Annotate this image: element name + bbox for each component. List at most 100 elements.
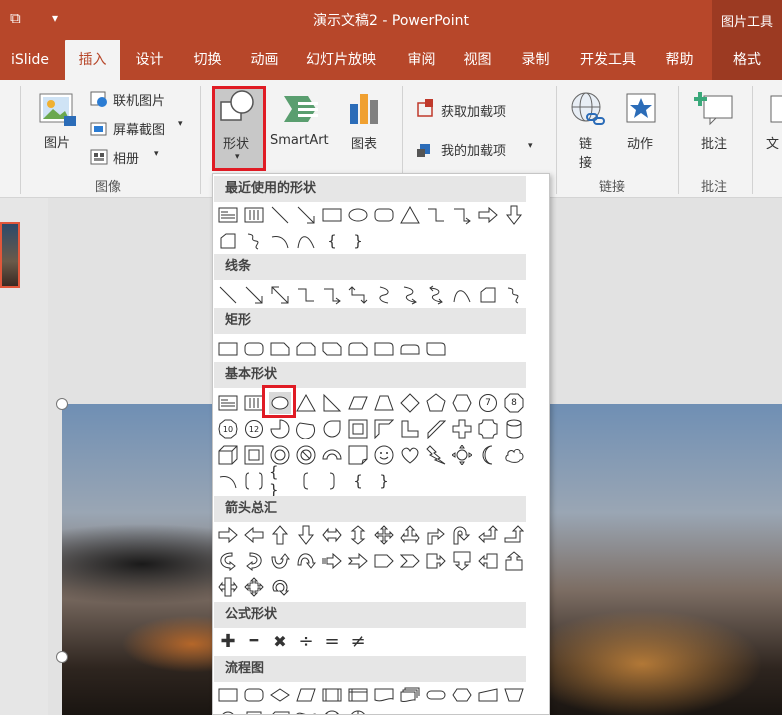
basic-decagon[interactable]: 10 — [217, 418, 239, 440]
line-arrow[interactable] — [243, 284, 265, 306]
arrow-curved-right[interactable] — [217, 550, 239, 572]
basic-trapezoid[interactable] — [373, 392, 395, 414]
flow-alternate-process[interactable] — [243, 684, 265, 706]
flow-offpage-connector[interactable] — [243, 708, 265, 714]
basic-heptagon[interactable]: 7 — [477, 392, 499, 414]
shape-freeform[interactable] — [217, 230, 239, 252]
shape-arrow-line[interactable] — [295, 204, 317, 226]
tab-islide[interactable]: iSlide — [0, 40, 60, 80]
basic-octagon[interactable]: 8 — [503, 392, 525, 414]
rect-round-diagonal[interactable] — [425, 338, 447, 360]
rect-rounded[interactable] — [243, 338, 265, 360]
flow-summing-junction[interactable] — [321, 708, 343, 714]
arrow-right[interactable] — [217, 524, 239, 546]
arrow-up-callout[interactable] — [503, 550, 525, 572]
shape-curve[interactable] — [295, 230, 317, 252]
arrow-quad-callout[interactable] — [243, 576, 265, 598]
flow-manual-operation[interactable] — [503, 684, 525, 706]
flow-decision[interactable] — [269, 684, 291, 706]
tab-slideshow[interactable]: 幻灯片放映 — [296, 40, 386, 80]
flow-or[interactable] — [347, 708, 369, 714]
basic-lightning-bolt[interactable] — [425, 444, 447, 466]
arrow-curved-up[interactable] — [269, 550, 291, 572]
tab-insert[interactable]: 插入 — [65, 40, 120, 80]
album-dropdown-icon[interactable]: ▾ — [154, 149, 159, 159]
arrow-up[interactable] — [269, 524, 291, 546]
basic-cross[interactable] — [451, 418, 473, 440]
arrow-quad[interactable] — [373, 524, 395, 546]
basic-sun[interactable] — [451, 444, 473, 466]
shape-arc[interactable] — [269, 230, 291, 252]
shape-elbow-connector[interactable] — [425, 204, 447, 226]
arrow-up-down[interactable] — [347, 524, 369, 546]
flow-preparation[interactable] — [451, 684, 473, 706]
slide-thumbnail[interactable] — [0, 222, 20, 288]
basic-hexagon[interactable] — [451, 392, 473, 414]
basic-heart[interactable] — [399, 444, 421, 466]
tab-record[interactable]: 录制 — [508, 40, 563, 80]
equation-minus[interactable]: ━ — [243, 630, 265, 652]
my-addins-dropdown-icon[interactable]: ▾ — [528, 141, 533, 151]
basic-diagonal-stripe[interactable] — [425, 418, 447, 440]
basic-half-frame[interactable] — [373, 418, 395, 440]
arrow-pentagon[interactable] — [373, 550, 395, 572]
basic-cloud[interactable] — [503, 444, 525, 466]
basic-pie[interactable] — [269, 418, 291, 440]
arrow-circular[interactable] — [269, 576, 291, 598]
basic-plaque[interactable] — [477, 418, 499, 440]
flow-punched-tape[interactable] — [295, 708, 317, 714]
arrow-bent[interactable] — [425, 524, 447, 546]
equation-plus[interactable]: ✚ — [217, 630, 239, 652]
line-curve[interactable] — [451, 284, 473, 306]
line-curved[interactable] — [373, 284, 395, 306]
basic-right-triangle[interactable] — [321, 392, 343, 414]
basic-right-brace[interactable]: } — [373, 470, 395, 492]
shape-down-arrow[interactable] — [503, 204, 525, 226]
basic-right-bracket[interactable] — [321, 470, 343, 492]
tab-animations[interactable]: 动画 — [237, 40, 292, 80]
arrow-left-callout[interactable] — [477, 550, 499, 572]
screenshot-dropdown-icon[interactable]: ▾ — [178, 119, 183, 129]
arrow-striped-right[interactable] — [321, 550, 343, 572]
basic-left-bracket[interactable] — [295, 470, 317, 492]
line-straight[interactable] — [217, 284, 239, 306]
rect-snip-single[interactable] — [269, 338, 291, 360]
shape-right-brace[interactable]: } — [347, 230, 369, 252]
basic-textbox[interactable] — [217, 392, 239, 414]
shape-triangle[interactable] — [399, 204, 421, 226]
basic-frame[interactable] — [347, 418, 369, 440]
basic-no-symbol[interactable] — [295, 444, 317, 466]
arrow-left-right-callout[interactable] — [217, 576, 239, 598]
shape-oval[interactable] — [347, 204, 369, 226]
basic-l-shape[interactable] — [399, 418, 421, 440]
resize-handle-middle-left[interactable] — [56, 651, 68, 663]
flow-predefined-process[interactable] — [321, 684, 343, 706]
shape-right-arrow[interactable] — [477, 204, 499, 226]
line-elbow-double-arrow[interactable] — [347, 284, 369, 306]
shape-rectangle[interactable] — [321, 204, 343, 226]
flow-connector[interactable] — [217, 708, 239, 714]
flow-manual-input[interactable] — [477, 684, 499, 706]
line-curved-arrow[interactable] — [399, 284, 421, 306]
shape-textbox[interactable] — [217, 204, 239, 226]
tab-design[interactable]: 设计 — [122, 40, 177, 80]
flow-card[interactable] — [269, 708, 291, 714]
flow-data[interactable] — [295, 684, 317, 706]
shape-vertical-textbox[interactable] — [243, 204, 265, 226]
arrow-left-up[interactable] — [477, 524, 499, 546]
arrow-curved-left[interactable] — [243, 550, 265, 572]
basic-can[interactable] — [503, 418, 525, 440]
rect-round-same-side[interactable] — [399, 338, 421, 360]
shape-rounded-rectangle[interactable] — [373, 204, 395, 226]
arrow-down-callout[interactable] — [451, 550, 473, 572]
line-double-arrow[interactable] — [269, 284, 291, 306]
basic-smiley-face[interactable] — [373, 444, 395, 466]
rect-snip-round[interactable] — [347, 338, 369, 360]
tab-view[interactable]: 视图 — [450, 40, 505, 80]
basic-chord[interactable] — [295, 418, 317, 440]
basic-diamond[interactable] — [399, 392, 421, 414]
basic-pentagon[interactable] — [425, 392, 447, 414]
tab-format[interactable]: 格式 — [712, 40, 782, 80]
shape-elbow-arrow-connector[interactable] — [451, 204, 473, 226]
equation-multiply[interactable]: ✖ — [269, 630, 291, 652]
